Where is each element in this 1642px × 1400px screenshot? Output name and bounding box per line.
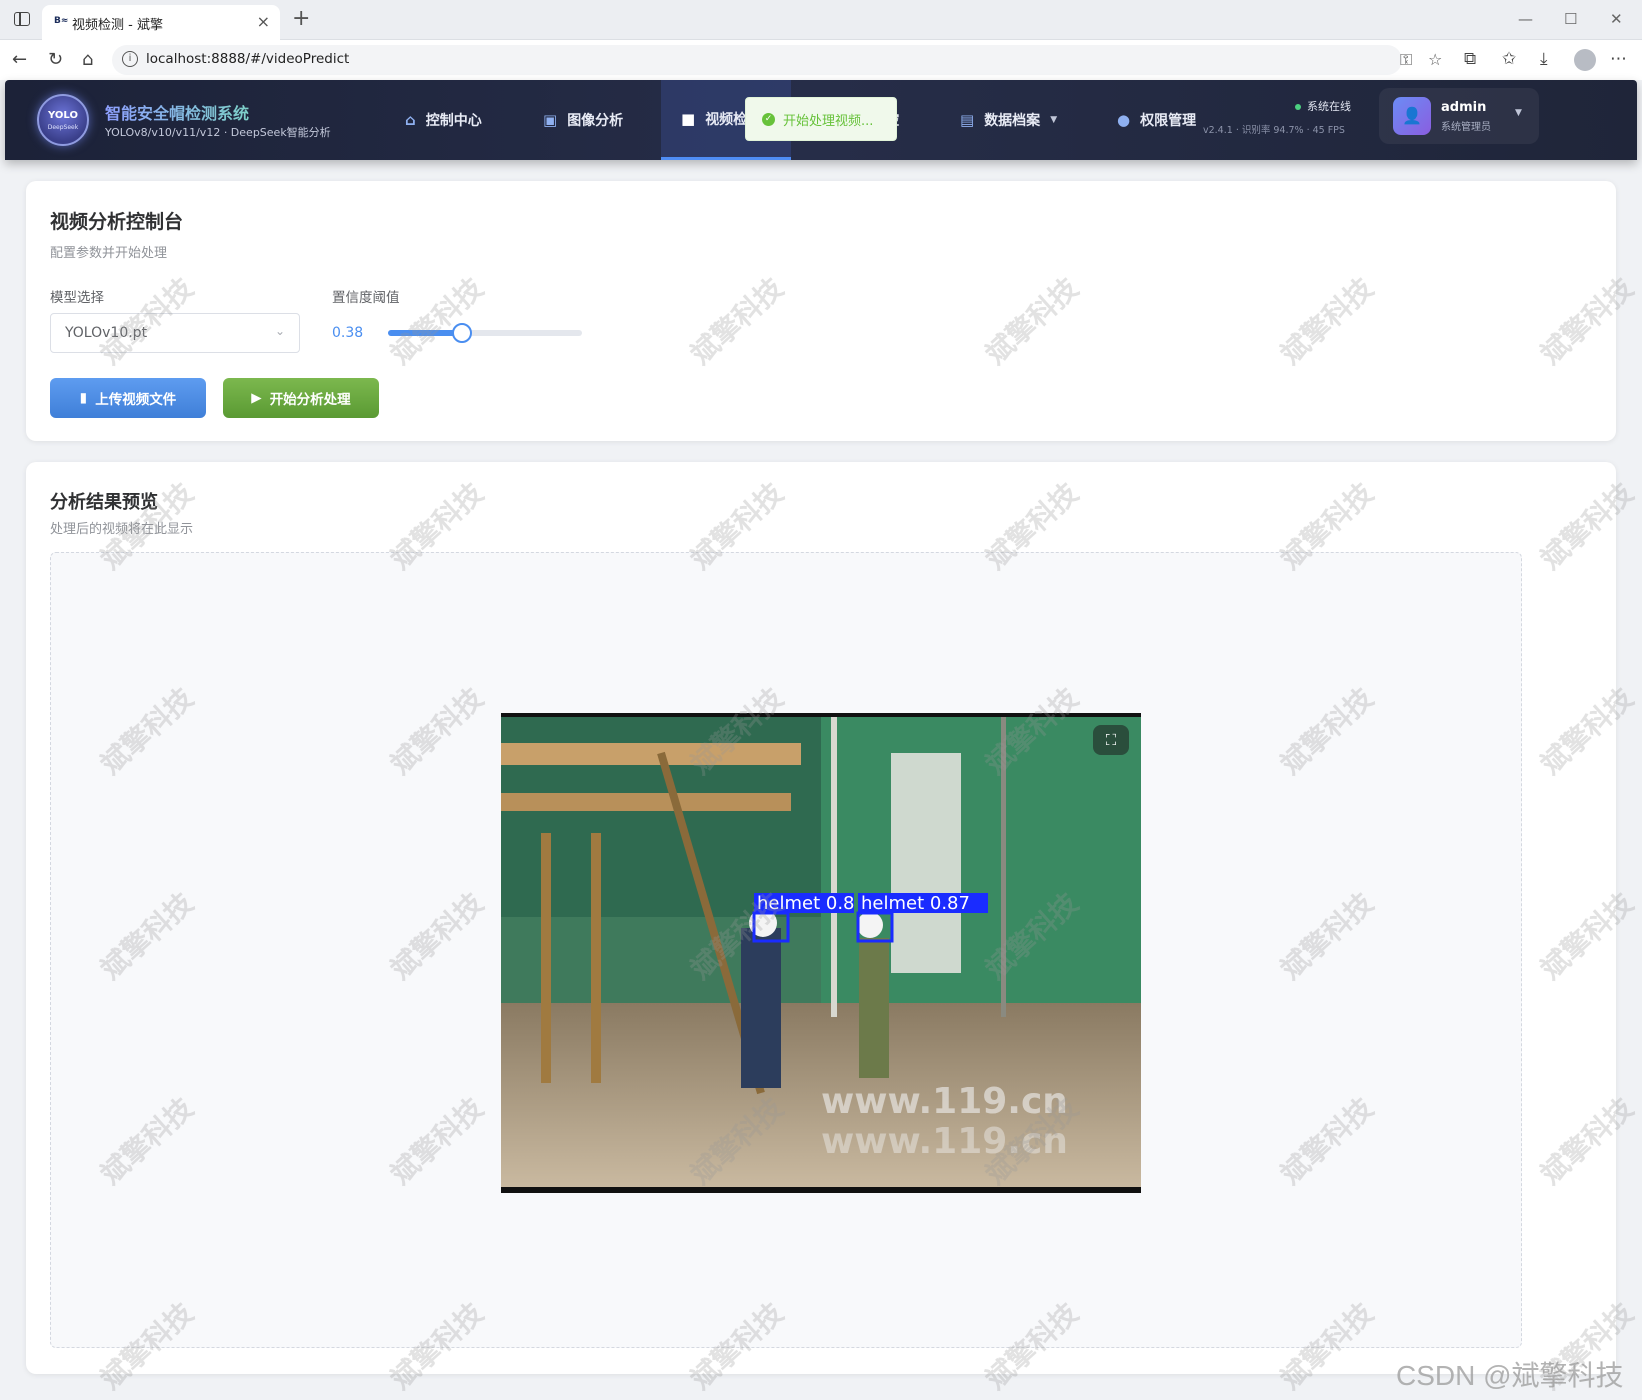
card-subtitle: 配置参数并开始处理 xyxy=(50,246,168,261)
window-close-icon[interactable]: ✕ xyxy=(1610,10,1623,28)
menu-label: 图像分析 xyxy=(567,113,624,129)
user-role: 系统管理员 xyxy=(1441,122,1491,133)
toast-text: 开始处理视频... xyxy=(783,113,874,129)
play-icon: ▶ xyxy=(251,390,262,406)
menu-label: 视频检 xyxy=(705,111,748,128)
card-title: 视频分析控制台 xyxy=(50,211,184,233)
check-circle-icon: ✓ xyxy=(762,112,775,126)
slider-handle[interactable] xyxy=(451,323,472,343)
menu-label: 数据档案 xyxy=(984,113,1041,129)
profile-avatar[interactable] xyxy=(1574,49,1596,71)
favorites-icon[interactable]: ✩ xyxy=(1502,49,1516,69)
favicon-icon: B≈ xyxy=(54,16,69,26)
star-icon[interactable]: ☆ xyxy=(1428,50,1442,69)
browser-tab-bar: B≈ 视频检测 - 斌擎 × + — ☐ ✕ xyxy=(0,0,1642,40)
menu-item-permissions[interactable]: ● 权限管理 xyxy=(1117,80,1196,160)
video-watermark: www.119.cn xyxy=(821,1121,1068,1162)
csdn-credit: CSDN @斌擎科技 xyxy=(1396,1360,1624,1391)
back-icon[interactable]: ← xyxy=(12,49,27,70)
slider-fill xyxy=(388,330,462,336)
system-status: 系统在线 xyxy=(1295,98,1351,114)
user-menu[interactable]: 👤 admin 系统管理员 ▼ xyxy=(1379,88,1539,144)
menu-label: 权限管理 xyxy=(1140,113,1197,129)
menu-item-dashboard[interactable]: ⌂ 控制中心 xyxy=(405,80,482,160)
sidebar-toggle-icon[interactable] xyxy=(14,12,30,26)
system-meta: v2.4.1 · 识别率 94.7% · 45 FPS xyxy=(1203,125,1345,136)
home-icon[interactable]: ⌂ xyxy=(82,49,93,70)
video-player[interactable]: helmet 0.8 helmet 0.87 www.119.cn www.11… xyxy=(501,713,1141,1193)
system-subtitle: YOLOv8/v10/v11/v12 · DeepSeek智能分析 xyxy=(105,126,331,139)
key-icon[interactable]: ⚿ xyxy=(1400,50,1412,70)
app-logo[interactable]: YOLO DeepSeek xyxy=(37,94,89,146)
home-icon: ⌂ xyxy=(405,111,416,129)
more-icon[interactable]: ⋯ xyxy=(1610,49,1627,69)
system-title: 智能安全帽检测系统 xyxy=(105,100,249,124)
confidence-label: 置信度阈值 xyxy=(332,290,400,306)
image-icon: ▣ xyxy=(543,111,558,129)
detection-label: helmet 0.87 xyxy=(861,893,970,914)
document-icon: ▤ xyxy=(960,111,975,129)
console-card: 视频分析控制台 配置参数并开始处理 模型选择 置信度阈值 YOLOv10.pt … xyxy=(26,181,1616,441)
maximize-icon[interactable]: ☐ xyxy=(1564,10,1577,28)
chevron-down-icon: ▼ xyxy=(1050,115,1058,125)
model-select[interactable]: YOLOv10.pt ⌄ xyxy=(50,313,300,353)
upload-label: 上传视频文件 xyxy=(95,392,177,408)
fullscreen-icon[interactable]: ⛶ xyxy=(1093,725,1129,755)
download-icon[interactable]: ⤓ xyxy=(1540,49,1548,69)
menu-item-image[interactable]: ▣ 图像分析 xyxy=(543,80,623,160)
model-label: 模型选择 xyxy=(50,290,104,306)
video-watermark: www.119.cn xyxy=(821,1081,1068,1122)
video-preview-area: helmet 0.8 helmet 0.87 www.119.cn www.11… xyxy=(50,552,1522,1348)
video-frame: helmet 0.8 helmet 0.87 www.119.cn www.11… xyxy=(501,713,1141,1193)
chevron-down-icon: ⌄ xyxy=(274,324,285,338)
confidence-value: 0.38 xyxy=(332,325,364,341)
status-dot-icon xyxy=(1295,104,1301,110)
card-title: 分析结果预览 xyxy=(50,492,158,513)
browser-tab[interactable]: B≈ 视频检测 - 斌擎 × xyxy=(42,5,280,40)
address-bar[interactable]: i localhost:8888/#/videoPredict ⚿ ☆ xyxy=(112,45,1442,75)
menu-item-records[interactable]: ▤ 数据档案 ▼ xyxy=(960,80,1057,160)
logo-subtext: DeepSeek xyxy=(47,124,79,131)
info-icon[interactable]: i xyxy=(122,51,138,67)
detection-label: helmet 0.8 xyxy=(757,893,855,914)
extensions-icon[interactable]: ⧉ xyxy=(1464,49,1476,69)
user-name: admin xyxy=(1441,100,1487,115)
reload-icon[interactable]: ↻ xyxy=(48,49,63,70)
model-value: YOLOv10.pt xyxy=(65,325,148,341)
browser-toolbar: ← ↻ ⌂ i localhost:8888/#/videoPredict ⚿ … xyxy=(0,40,1642,80)
preview-card: 分析结果预览 处理后的视频将在此显示 helmet 0.8 helmet 0.8… xyxy=(26,462,1616,1374)
user-icon: ● xyxy=(1117,111,1131,129)
confidence-slider[interactable] xyxy=(388,323,582,343)
start-analysis-button[interactable]: ▶ 开始分析处理 xyxy=(223,378,379,418)
close-icon[interactable]: × xyxy=(257,12,270,31)
logo-text: YOLO xyxy=(48,110,78,121)
upload-video-button[interactable]: ▮ 上传视频文件 xyxy=(50,378,206,418)
chevron-down-icon: ▼ xyxy=(1515,108,1522,118)
status-text: 系统在线 xyxy=(1307,100,1351,113)
menu-label: 控制中心 xyxy=(425,113,482,129)
tab-title: 视频检测 - 斌擎 xyxy=(72,18,163,33)
file-icon: ▮ xyxy=(79,390,88,406)
avatar: 👤 xyxy=(1393,97,1431,135)
start-label: 开始分析处理 xyxy=(269,392,351,408)
card-subtitle: 处理后的视频将在此显示 xyxy=(50,522,194,537)
url-text: localhost:8888/#/videoPredict xyxy=(146,51,350,67)
minimize-icon[interactable]: — xyxy=(1518,10,1533,28)
new-tab-icon[interactable]: + xyxy=(292,6,310,31)
video-icon: ■ xyxy=(681,109,696,128)
toast-message: ✓ 开始处理视频... xyxy=(745,97,897,141)
